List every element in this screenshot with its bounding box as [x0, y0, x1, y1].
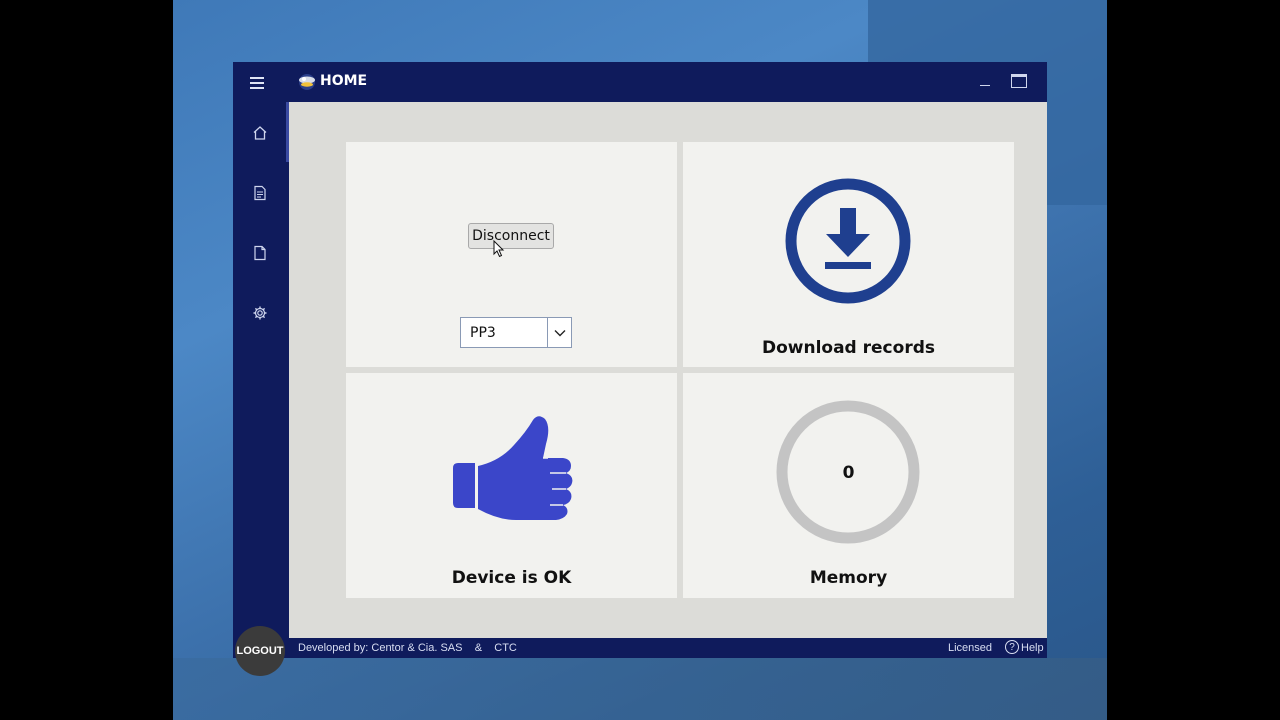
app-logo-icon	[299, 74, 315, 90]
title-bar: HOME	[233, 62, 1047, 102]
maximize-button[interactable]	[1011, 74, 1027, 88]
download-records-label: Download records	[761, 338, 935, 358]
sidebar-item-records[interactable]	[245, 178, 275, 208]
memory-label: Memory	[809, 568, 888, 588]
gear-icon	[253, 306, 267, 320]
device-select-value: PP3	[470, 325, 496, 341]
sidebar-item-file[interactable]	[245, 238, 275, 268]
license-status: Licensed	[948, 642, 993, 654]
file-icon	[254, 245, 266, 261]
app-window: HOME LOGOUT Disconnect PP3 Download reco…	[233, 62, 1047, 676]
download-icon[interactable]	[785, 178, 911, 304]
connection-card: Disconnect PP3	[346, 142, 677, 367]
thumbs-up-icon	[453, 416, 573, 520]
sidebar-item-home[interactable]	[245, 118, 275, 148]
developer-credit: Developed by: Centor & Cia. SAS & CTC	[298, 642, 517, 654]
help-label: Help	[1021, 641, 1044, 654]
memory-card: 0 Memory	[683, 373, 1014, 598]
document-list-icon	[254, 185, 266, 201]
help-icon: ?	[1005, 640, 1019, 654]
dashboard: Disconnect PP3 Download records Device i…	[289, 102, 1047, 638]
window-title: HOME	[320, 73, 368, 89]
download-card[interactable]: Download records	[683, 142, 1014, 367]
desktop-panel	[173, 658, 1107, 720]
menu-icon[interactable]	[247, 74, 269, 92]
device-status-card: Device is OK	[346, 373, 677, 598]
disconnect-button[interactable]: Disconnect	[468, 223, 554, 249]
mouse-cursor-icon	[493, 240, 505, 258]
device-select[interactable]: PP3	[460, 317, 572, 348]
memory-value: 0	[842, 463, 855, 483]
logout-button[interactable]: LOGOUT	[235, 626, 285, 676]
sidebar: LOGOUT	[233, 102, 289, 676]
home-icon	[253, 126, 267, 140]
help-button[interactable]: ? Help	[1005, 640, 1044, 654]
status-bar: Developed by: Centor & Cia. SAS & CTC Li…	[289, 638, 1047, 658]
minimize-button[interactable]	[977, 74, 993, 90]
sidebar-item-settings[interactable]	[245, 298, 275, 328]
device-status-label: Device is OK	[451, 568, 572, 588]
chevron-down-icon[interactable]	[547, 318, 571, 347]
